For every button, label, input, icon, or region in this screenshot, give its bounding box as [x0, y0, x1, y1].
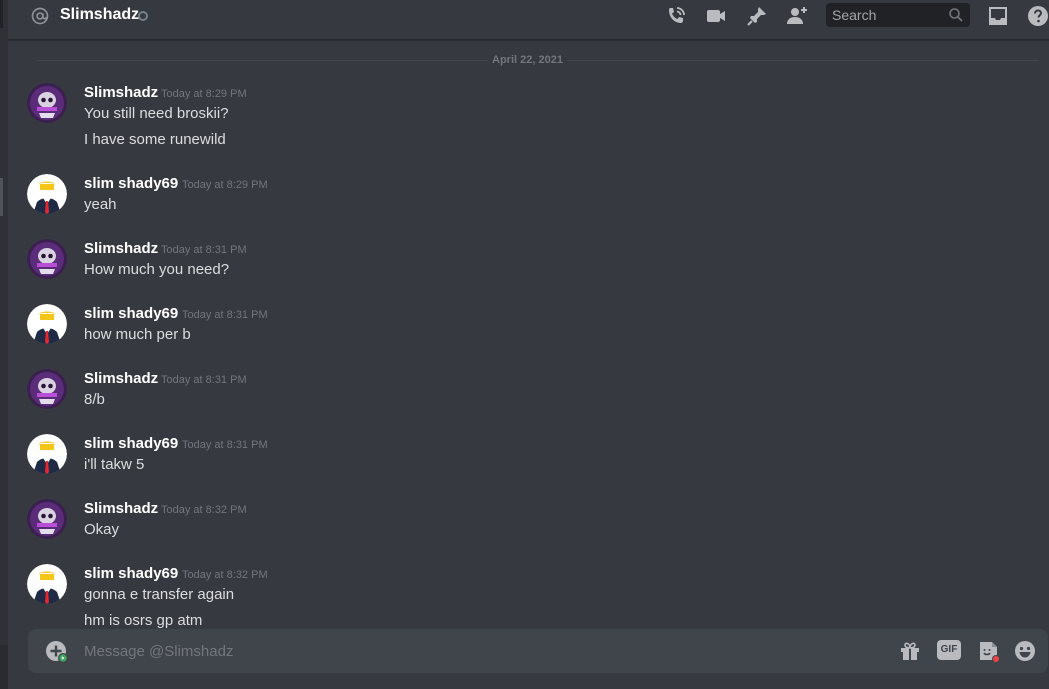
sidebar-edge: [0, 0, 8, 689]
skull-avatar-icon[interactable]: [27, 499, 67, 539]
suit-avatar-icon[interactable]: [27, 174, 67, 214]
suit-avatar-icon[interactable]: [27, 304, 67, 344]
help-icon[interactable]: [1026, 4, 1049, 28]
sidebar-scroll-top: [0, 0, 3, 28]
at-icon: [31, 7, 49, 25]
message-author[interactable]: Slimshadz: [84, 369, 158, 389]
message-text: 8/b: [84, 391, 105, 408]
message-text: Okay: [84, 521, 120, 538]
sidebar-scrollbar[interactable]: [0, 178, 3, 216]
message-timestamp: Today at 8:31 PM: [182, 439, 268, 451]
skull-avatar-icon[interactable]: [27, 83, 67, 123]
message-author[interactable]: Slimshadz: [84, 239, 158, 259]
message-composer: GIF: [28, 629, 1048, 673]
inbox-icon[interactable]: [986, 4, 1010, 28]
search-icon[interactable]: [948, 7, 964, 23]
pin-icon[interactable]: [745, 4, 769, 28]
add-friend-icon[interactable]: [785, 4, 809, 28]
search-input[interactable]: [826, 3, 946, 27]
message-timestamp: Today at 8:31 PM: [161, 374, 247, 386]
message-timestamp: Today at 8:32 PM: [182, 569, 268, 581]
add-attachment-icon[interactable]: [44, 639, 68, 663]
message-text: How much you need?: [84, 261, 230, 278]
date-divider-label: April 22, 2021: [488, 53, 567, 67]
message-input[interactable]: [84, 629, 864, 673]
message-text: hm is osrs gp atm: [84, 612, 203, 629]
message-author[interactable]: slim shady69: [84, 564, 178, 584]
message-timestamp: Today at 8:32 PM: [161, 504, 247, 516]
dm-window: Slimshadz Search April 22, 2021 Slimshad…: [0, 0, 1049, 689]
message-author[interactable]: slim shady69: [84, 304, 178, 324]
message-text: gonna e transfer again: [84, 586, 235, 603]
message-author[interactable]: Slimshadz: [84, 83, 158, 103]
message-text: yeah: [84, 196, 117, 213]
message-timestamp: Today at 8:31 PM: [161, 244, 247, 256]
gif-button[interactable]: GIF: [937, 640, 961, 660]
skull-avatar-icon[interactable]: [27, 239, 67, 279]
message-text: how much per b: [84, 326, 191, 343]
message-text: i'll takw 5: [84, 456, 145, 473]
message-timestamp: Today at 8:29 PM: [161, 88, 247, 100]
channel-title: Slimshadz: [60, 6, 140, 23]
message-author[interactable]: Slimshadz: [84, 499, 158, 519]
message-timestamp: Today at 8:29 PM: [182, 179, 268, 191]
status-offline-icon: [138, 11, 148, 21]
message-text: You still need broskii?: [84, 105, 229, 122]
message-author[interactable]: slim shady69: [84, 174, 178, 194]
sticker-icon[interactable]: [976, 639, 1000, 663]
sidebar-bottom: [0, 645, 8, 689]
search-box[interactable]: [826, 3, 970, 27]
video-call-icon[interactable]: [704, 4, 728, 28]
gift-icon[interactable]: [898, 639, 922, 663]
suit-avatar-icon[interactable]: [27, 564, 67, 604]
emoji-icon[interactable]: [1013, 639, 1037, 663]
call-icon[interactable]: [664, 4, 688, 28]
channel-header: Slimshadz: [8, 0, 1049, 40]
message-timestamp: Today at 8:31 PM: [182, 309, 268, 321]
suit-avatar-icon[interactable]: [27, 434, 67, 474]
message-author[interactable]: slim shady69: [84, 434, 178, 454]
message-text: I have some runewild: [84, 131, 226, 148]
skull-avatar-icon[interactable]: [27, 369, 67, 409]
